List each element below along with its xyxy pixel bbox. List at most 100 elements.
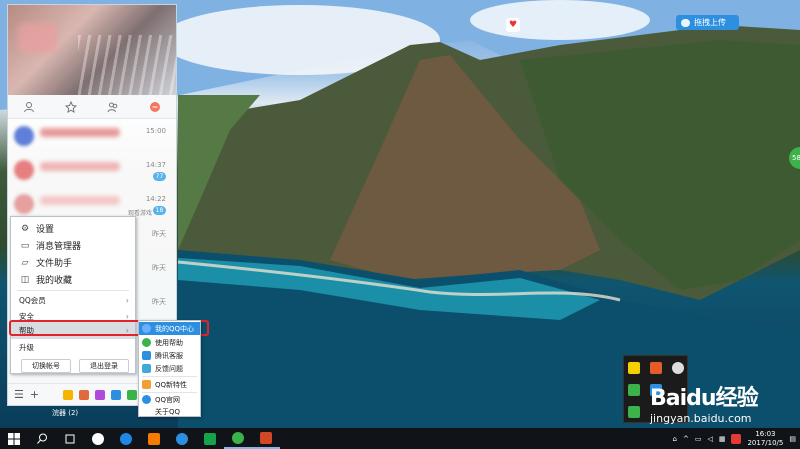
menu-item-label: 我的QQ中心 — [155, 324, 195, 333]
chat-time: 14:37 — [145, 161, 166, 169]
search-icon — [36, 433, 47, 444]
app-icon[interactable] — [95, 389, 106, 400]
clock[interactable]: 16:03 2017/10/5 — [747, 430, 783, 448]
iqiyi-icon — [204, 432, 216, 445]
menu-item-new-features[interactable]: QQ新特性 — [139, 378, 200, 391]
menu-item-settings[interactable]: ⚙ 设置 — [11, 220, 135, 237]
app-icon[interactable] — [79, 389, 90, 400]
edge-browser-icon — [120, 432, 132, 445]
qq-profile-header[interactable] — [8, 5, 176, 95]
logout-button[interactable]: 退出登录 — [79, 359, 129, 373]
qq-center-icon — [142, 324, 151, 333]
chat-time: 14:22 — [145, 195, 166, 203]
clock-date: 2017/10/5 — [747, 438, 784, 447]
chat-row[interactable]: 14:37 77 — [8, 157, 176, 183]
menu-item-file-assistant[interactable]: ▱ 文件助手 — [11, 254, 135, 271]
tab-messages[interactable] — [148, 100, 162, 114]
tray-app-icon[interactable] — [650, 362, 662, 374]
new-badge-icon — [142, 380, 151, 389]
tray-app-icon[interactable] — [628, 406, 640, 418]
taskbar-app[interactable] — [84, 428, 112, 449]
folder-icon: ▱ — [21, 257, 29, 268]
task-view-icon — [65, 434, 75, 443]
sogou-icon — [176, 432, 188, 445]
menu-item-label: QQ新特性 — [155, 380, 188, 389]
menu-item-tencent-support[interactable]: 腾讯客服 — [139, 349, 200, 362]
menu-item-label: 设置 — [36, 225, 55, 235]
menu-item-label: 关于QQ — [155, 407, 181, 416]
baidu-watermark: Baidu经验 jingyan.baidu.com — [650, 380, 759, 425]
tray-app-icon[interactable] — [672, 362, 684, 374]
app-icon[interactable] — [111, 389, 122, 400]
system-tray: ⌂ ^ ▭ ◁ ▦ 16:03 2017/10/5 ▤ — [673, 428, 800, 449]
chat-row[interactable]: 14:22 18 观看游戏 — [8, 191, 176, 217]
windows-taskbar: ⌂ ^ ▭ ◁ ▦ 16:03 2017/10/5 ▤ — [0, 428, 800, 449]
tray-app-icon[interactable] — [628, 362, 640, 374]
taskbar-app[interactable] — [112, 428, 140, 449]
menu-item-label: 我的收藏 — [36, 276, 73, 286]
powerpoint-icon — [260, 431, 272, 444]
chat-row[interactable]: 15:00 — [8, 123, 176, 149]
menu-item-qq-vip[interactable]: QQ会员 › — [11, 292, 135, 309]
menu-item-my-qq-center[interactable]: 我的QQ中心 — [139, 322, 200, 335]
app-icon[interactable] — [127, 389, 138, 400]
notifications-icon[interactable]: ▤ — [789, 435, 796, 443]
switch-account-button[interactable]: 切换帐号 — [21, 359, 71, 373]
app-icon[interactable] — [63, 389, 74, 400]
avatar[interactable] — [18, 23, 58, 53]
menu-item-favorites[interactable]: ◫ 我的收藏 — [11, 271, 135, 288]
menu-item-label: 腾讯客服 — [155, 351, 183, 360]
avatar — [14, 160, 34, 180]
menu-item-usage-help[interactable]: 使用帮助 — [139, 336, 200, 349]
chat-time: 15:00 — [145, 127, 166, 135]
search-button[interactable] — [28, 428, 56, 449]
avatar — [14, 194, 34, 214]
menu-item-upgrade[interactable]: 升级 — [11, 339, 135, 356]
sogou-ime-icon[interactable] — [731, 433, 742, 444]
chevron-up-icon[interactable]: ^ — [683, 435, 689, 443]
taskbar-app-active[interactable] — [252, 428, 280, 449]
group-icon — [107, 102, 118, 112]
tab-favorites[interactable] — [64, 100, 78, 114]
upload-label: 拖拽上传 — [694, 18, 726, 27]
fan-app-icon — [92, 432, 104, 445]
add-icon[interactable]: + — [30, 388, 39, 401]
menu-item-message-manager[interactable]: ▭ 消息管理器 — [11, 237, 135, 254]
task-view-button[interactable] — [56, 428, 84, 449]
menu-item-label: QQ会员 — [19, 296, 46, 305]
watermark-url: jingyan.baidu.com — [650, 412, 752, 425]
tab-contacts[interactable] — [22, 100, 36, 114]
message-icon: ▭ — [20, 240, 30, 251]
chat-name — [40, 162, 120, 171]
cloud-icon — [681, 18, 690, 27]
chat-name — [40, 196, 120, 205]
heart-widget-icon[interactable]: ♥ — [506, 18, 520, 32]
taskbar-app-active[interactable] — [224, 428, 252, 449]
people-icon[interactable]: ⌂ — [673, 435, 677, 443]
tab-groups[interactable] — [106, 100, 120, 114]
menu-divider — [142, 376, 197, 377]
menu-item-label: 使用帮助 — [155, 338, 183, 347]
menu-item-feedback[interactable]: 反馈问题 — [139, 362, 200, 375]
main-menu-icon[interactable]: ☰ — [14, 388, 24, 401]
globe-icon — [142, 395, 151, 404]
chat-time: 昨天 — [152, 264, 166, 272]
network-icon[interactable]: ▭ — [695, 435, 702, 443]
menu-item-about-qq[interactable]: 关于QQ — [139, 405, 200, 418]
taskbar-app[interactable] — [196, 428, 224, 449]
fox-browser-icon — [148, 432, 160, 445]
start-button[interactable] — [0, 428, 28, 449]
keyboard-icon[interactable]: ▦ — [719, 435, 726, 443]
chevron-right-icon: › — [125, 296, 129, 305]
taskbar-app[interactable] — [168, 428, 196, 449]
menu-divider — [17, 290, 129, 291]
windows-logo-icon — [8, 432, 20, 445]
chat-time: 昨天 — [152, 298, 166, 306]
qq-tab-bar — [8, 95, 176, 119]
taskbar-app[interactable] — [140, 428, 168, 449]
drag-upload-button[interactable]: 拖拽上传 — [676, 15, 739, 30]
tray-app-icon[interactable] — [628, 384, 640, 396]
volume-icon[interactable]: ◁ — [707, 435, 712, 443]
support-icon — [142, 351, 151, 360]
menu-item-label: QQ官网 — [155, 395, 181, 404]
